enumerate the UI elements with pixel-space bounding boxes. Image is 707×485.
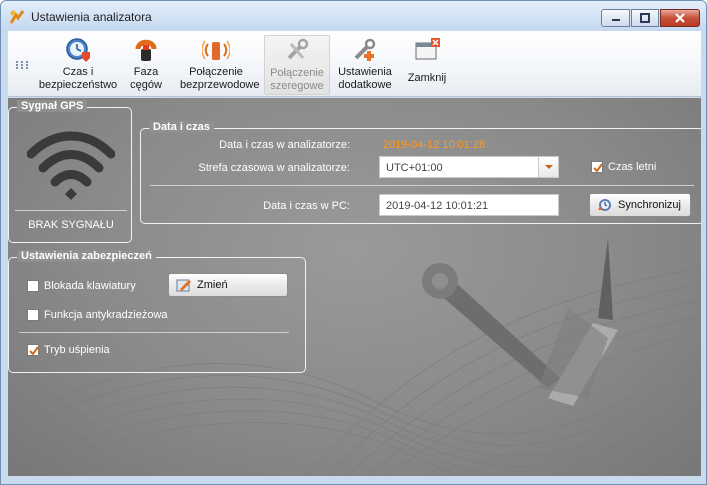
keyboard-lock-checkbox[interactable] xyxy=(27,280,39,292)
synchronize-button[interactable]: Synchronizuj xyxy=(589,193,691,217)
toolbar-item-label: Faza cęgów xyxy=(130,66,162,91)
toolbar-clamp-phase-button[interactable]: Faza cęgów xyxy=(126,35,166,95)
clock-shield-icon xyxy=(66,38,90,62)
gps-divider xyxy=(15,210,127,211)
maximize-button[interactable] xyxy=(631,9,659,27)
toolbar-wireless-button[interactable]: Połączenie bezprzewodowe xyxy=(180,35,260,95)
close-button[interactable] xyxy=(660,9,700,27)
antitheft-checkbox[interactable] xyxy=(27,309,39,321)
pc-datetime-value: 2019-04-12 10:01:21 xyxy=(386,200,489,212)
toolbar-item-label: Zamknij xyxy=(407,72,447,84)
keyboard-lock-label: Blokada klawiatury xyxy=(44,280,136,292)
toolbar-extra-settings-button[interactable]: Ustawienia dodatkowe xyxy=(334,35,396,95)
toolbar-close-button[interactable]: Zamknij xyxy=(402,35,452,95)
change-button-label: Zmień xyxy=(197,279,228,291)
toolbar-item-label: Połączenie szeregowe xyxy=(270,67,324,92)
toolbar-serial-button[interactable]: Połączenie szeregowe xyxy=(264,35,330,95)
toolbar-item-label: Połączenie bezprzewodowe xyxy=(180,66,260,91)
title-bar[interactable]: Ustawienia analizatora xyxy=(1,1,706,31)
clamp-phase-icon xyxy=(135,39,157,61)
timezone-value: UTC+01:00 xyxy=(386,162,443,174)
security-group: Ustawienia zabezpieczeń Blokada klawiatu… xyxy=(8,250,306,373)
datetime-group-title: Data i czas xyxy=(149,121,214,133)
timezone-dropdown-button[interactable] xyxy=(538,157,558,177)
pc-datetime-field[interactable]: 2019-04-12 10:01:21 xyxy=(379,194,559,216)
minimize-button[interactable] xyxy=(601,9,630,27)
antitheft-label: Funkcja antykradzieżowa xyxy=(44,309,168,321)
toolbar: Czas i bezpieczeństwo Faza cęgów Połącze… xyxy=(8,31,701,97)
toolbar-item-label: Ustawienia dodatkowe xyxy=(338,66,392,91)
settings-window: Ustawienia analizatora Czas i bezpieczeń… xyxy=(0,0,707,485)
sleep-mode-checkbox[interactable] xyxy=(27,344,39,356)
change-button[interactable]: Zmień xyxy=(168,273,288,297)
checkmark-icon xyxy=(29,346,39,356)
chevron-down-icon xyxy=(545,165,553,169)
security-separator xyxy=(19,332,289,333)
timezone-select[interactable]: UTC+01:00 xyxy=(379,156,559,178)
analyzer-datetime-value: 2019-04-12 10:01:28 xyxy=(383,139,486,151)
sync-icon xyxy=(598,199,611,211)
minimize-icon xyxy=(611,19,620,21)
toolbar-time-security-button[interactable]: Czas i bezpieczeństwo xyxy=(32,35,124,95)
datetime-separator xyxy=(150,185,694,186)
analyzer-datetime-label: Data i czas w analizatorze: xyxy=(219,139,350,151)
wireless-icon xyxy=(202,40,230,60)
close-window-icon xyxy=(415,38,440,60)
edit-icon xyxy=(176,279,191,292)
sleep-mode-label: Tryb uśpienia xyxy=(44,344,110,356)
serial-tools-icon xyxy=(287,38,309,60)
extra-settings-icon xyxy=(354,38,376,61)
app-icon xyxy=(9,10,25,24)
gps-group: Sygnał GPS BRAK SYGNAŁU xyxy=(8,100,132,243)
checkmark-icon xyxy=(593,163,603,173)
maximize-icon xyxy=(640,13,650,23)
gps-group-title: Sygnał GPS xyxy=(17,100,88,112)
toolbar-grip-icon[interactable] xyxy=(16,61,30,69)
content-panel: Sygnał GPS BRAK SYGNAŁU Data i czas Data… xyxy=(8,98,701,476)
toolbar-item-label: Czas i bezpieczeństwo xyxy=(38,66,118,91)
security-group-title: Ustawienia zabezpieczeń xyxy=(17,250,156,262)
summer-time-checkbox[interactable] xyxy=(591,161,603,173)
synchronize-button-label: Synchronizuj xyxy=(618,199,681,211)
summer-time-label: Czas letni xyxy=(608,161,657,173)
close-icon xyxy=(675,13,685,23)
window-title: Ustawienia analizatora xyxy=(31,10,152,24)
datetime-group: Data i czas Data i czas w analizatorze: … xyxy=(140,121,701,224)
gps-signal-icon xyxy=(27,131,115,200)
pc-datetime-label: Data i czas w PC: xyxy=(263,200,350,212)
gps-status-text: BRAK SYGNAŁU xyxy=(28,219,114,231)
timezone-label: Strefa czasowa w analizatorze: xyxy=(198,162,350,174)
